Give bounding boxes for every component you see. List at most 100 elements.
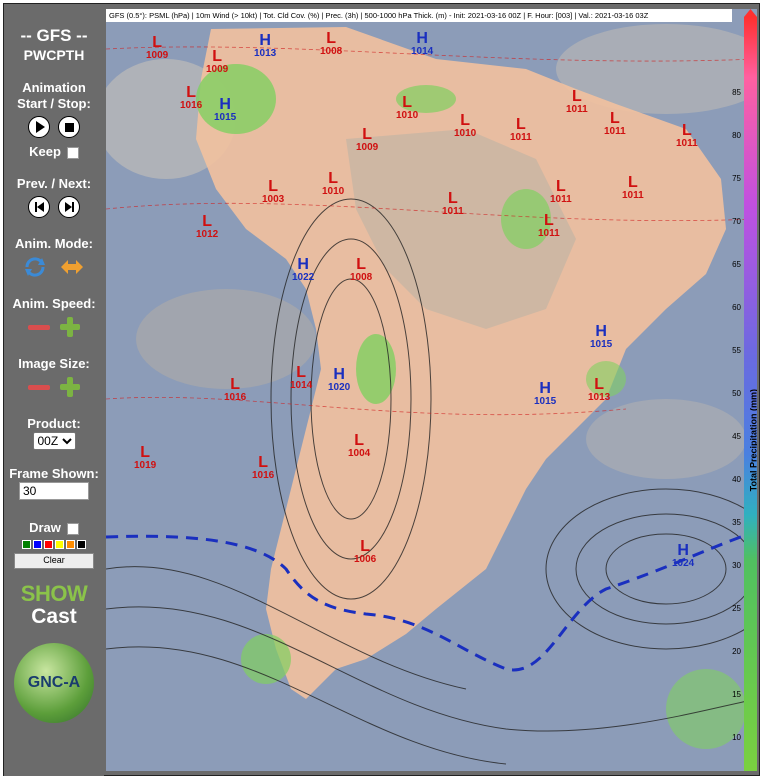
stop-button[interactable] (58, 116, 80, 138)
pressure-value: 1022 (292, 272, 315, 283)
pressure-value: 1011 (622, 190, 644, 201)
pressure-letter: L (543, 212, 554, 229)
start-stop-label: Start / Stop: (17, 96, 91, 111)
low-pressure-center: L 1009 (206, 49, 228, 75)
high-pressure-center: H 1024 (672, 543, 694, 569)
pressure-letter: L (402, 94, 413, 111)
pressure-letter: L (212, 48, 223, 65)
colorbar-tick-label: 15 (732, 690, 741, 699)
showcast-logo-show: SHOW (20, 581, 88, 606)
anim-mode-label: Anim. Mode: (15, 236, 93, 251)
pressure-value: 1011 (510, 132, 532, 143)
next-icon (64, 202, 72, 212)
pressure-letter: L (460, 112, 471, 129)
high-pressure-center: H 1015 (534, 381, 556, 407)
draw-color-swatch[interactable] (44, 540, 53, 549)
keep-row: Keep (4, 144, 104, 160)
image-size-label: Image Size: (18, 356, 90, 371)
play-button[interactable] (28, 116, 50, 138)
pressure-letter: L (555, 178, 566, 195)
product-label: Product: (27, 416, 81, 431)
pressure-value: 1011 (442, 206, 464, 217)
pressure-value: 1008 (350, 272, 373, 283)
low-pressure-center: L 1011 (510, 117, 532, 143)
pressure-value: 1015 (534, 396, 557, 407)
pressure-letter: H (595, 323, 607, 340)
speed-decrease-button[interactable] (28, 324, 50, 330)
pressure-letter: H (539, 380, 551, 397)
low-pressure-center: L 1010 (396, 95, 418, 121)
low-pressure-center: L 1011 (676, 123, 698, 149)
speed-increase-button[interactable] (60, 317, 80, 337)
pressure-letter: L (202, 213, 213, 230)
weather-map[interactable]: L 1009 L 1009 H 1013 L 1008 H 1014 L 1016 H 1015 L 1010… (106, 9, 757, 771)
low-pressure-center: L 1016 (180, 85, 202, 111)
high-pressure-center: H 1013 (254, 33, 276, 59)
pressure-letter: H (416, 30, 428, 47)
draw-color-swatch[interactable] (66, 540, 75, 549)
pressure-value: 1013 (254, 48, 277, 59)
size-decrease-button[interactable] (28, 384, 50, 390)
pressure-value: 1011 (604, 126, 626, 137)
play-icon (35, 121, 45, 133)
draw-checkbox[interactable] (66, 522, 79, 535)
pressure-value: 1015 (590, 339, 613, 350)
prev-button[interactable] (28, 196, 50, 218)
pressure-letter: H (297, 256, 309, 273)
colorbar-tick-label: 25 (732, 604, 741, 613)
pressure-value: 1010 (322, 186, 345, 197)
low-pressure-center: L 1010 (322, 171, 344, 197)
size-increase-button[interactable] (60, 377, 80, 397)
draw-color-swatch[interactable] (77, 540, 86, 549)
low-pressure-center: L 1011 (442, 191, 464, 217)
pressure-letter: H (677, 542, 689, 559)
loop-mode-icon[interactable] (23, 256, 47, 278)
draw-color-swatch[interactable] (33, 540, 42, 549)
pressure-letter: H (219, 96, 231, 113)
high-pressure-center: H 1020 (328, 367, 350, 393)
gnc-a-logo: GNC-A (14, 643, 94, 723)
clear-button[interactable]: Clear (14, 553, 94, 569)
colorbar-tick-label: 35 (732, 518, 741, 527)
keep-checkbox[interactable] (66, 146, 79, 159)
draw-row: Draw (4, 520, 104, 536)
prev-next-label: Prev. / Next: (16, 176, 92, 191)
frame-shown-label: Frame Shown: (9, 466, 99, 481)
colorbar-tick-label: 55 (732, 346, 741, 355)
colorbar-tick-label: 45 (732, 432, 741, 441)
low-pressure-center: L 1011 (566, 89, 588, 115)
colorbar-tick-label: 80 (732, 131, 741, 140)
colorbar-tick-label: 85 (732, 88, 741, 97)
pressure-letter: L (186, 84, 197, 101)
colorbar-tick-label: 75 (732, 174, 741, 183)
pressure-value: 1019 (134, 460, 157, 471)
frame-input[interactable] (19, 482, 89, 500)
low-pressure-center: L 1004 (348, 433, 370, 459)
pressure-letter: L (140, 444, 151, 461)
high-pressure-center: H 1022 (292, 257, 314, 283)
pressure-letter: L (326, 30, 337, 47)
pressure-value: 1009 (146, 50, 169, 61)
pressure-value: 1009 (356, 142, 379, 153)
pressure-letter: L (609, 110, 620, 127)
next-button[interactable] (58, 196, 80, 218)
pressure-value: 1011 (566, 104, 588, 115)
map-canvas (106, 9, 757, 771)
low-pressure-center: L 1009 (146, 35, 168, 61)
product-select[interactable]: 00Z (32, 432, 76, 450)
pressure-letter: L (594, 376, 605, 393)
pressure-value: 1016 (252, 470, 275, 481)
bounce-mode-icon[interactable] (59, 256, 85, 278)
keep-label: Keep (29, 144, 61, 159)
draw-color-swatch[interactable] (55, 540, 64, 549)
pressure-value: 1014 (290, 380, 313, 391)
low-pressure-center: L 1011 (550, 179, 572, 205)
pressure-value: 1006 (354, 554, 377, 565)
colorbar-title: Total Precipitation (mm) (748, 389, 757, 492)
pressure-letter: L (258, 454, 269, 471)
low-pressure-center: L 1016 (224, 377, 246, 403)
low-pressure-center: L 1010 (454, 113, 476, 139)
pressure-value: 1010 (454, 128, 477, 139)
draw-color-swatch[interactable] (22, 540, 31, 549)
pressure-letter: L (296, 364, 307, 381)
